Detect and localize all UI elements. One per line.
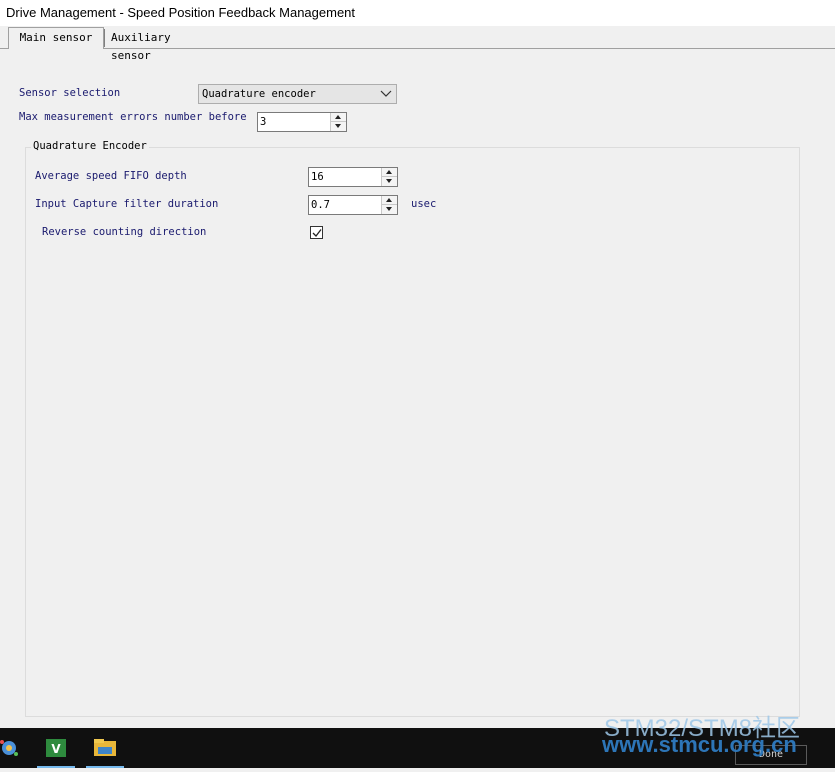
spin-down-icon[interactable]	[382, 205, 397, 214]
max-errors-spin-buttons	[330, 113, 346, 131]
settings-app-icon[interactable]	[0, 728, 22, 768]
fifo-depth-spinbox[interactable]: 16	[308, 167, 398, 187]
max-errors-label: Max measurement errors number before	[19, 111, 247, 123]
reverse-direction-checkbox[interactable]	[310, 226, 323, 239]
spin-up-icon[interactable]	[382, 196, 397, 205]
filter-unit-label: usec	[411, 198, 437, 210]
spin-up-icon[interactable]	[331, 113, 346, 122]
spin-up-icon[interactable]	[382, 168, 397, 177]
spin-down-icon[interactable]	[382, 177, 397, 186]
watermark-url: www.stmcu.org.cn	[602, 732, 797, 757]
filter-duration-label: Input Capture filter duration	[35, 198, 219, 210]
tab-main-sensor[interactable]: Main sensor	[8, 27, 104, 49]
window-titlebar: Drive Management - Speed Position Feedba…	[0, 0, 835, 27]
file-explorer-icon[interactable]	[86, 728, 124, 768]
fifo-depth-label: Average speed FIFO depth	[35, 170, 187, 182]
max-errors-value: 3	[260, 116, 267, 128]
max-errors-spinbox[interactable]: 3	[257, 112, 347, 132]
sensor-selection-label: Sensor selection	[19, 87, 121, 99]
fifo-depth-value: 16	[311, 171, 324, 183]
chevron-down-icon	[380, 90, 392, 97]
filter-duration-value: 0.7	[311, 199, 330, 211]
tab-strip: Main sensor Auxiliary sensor	[0, 26, 835, 62]
reverse-direction-label: Reverse counting direction	[42, 226, 207, 238]
filter-duration-spinbox[interactable]: 0.7	[308, 195, 398, 215]
group-title: Quadrature Encoder	[31, 140, 149, 152]
visual-studio-icon[interactable]: V	[37, 728, 75, 768]
check-icon	[312, 229, 322, 237]
filter-duration-spin-buttons	[381, 196, 397, 214]
svg-text:V: V	[51, 742, 61, 756]
window-title: Drive Management - Speed Position Feedba…	[6, 5, 356, 20]
spin-down-icon[interactable]	[331, 122, 346, 131]
tab-auxiliary-sensor[interactable]: Auxiliary sensor	[104, 29, 206, 62]
sensor-selection-combobox[interactable]: Quadrature encoder	[198, 84, 397, 104]
sensor-selection-value: Quadrature encoder	[202, 88, 316, 100]
fifo-depth-spin-buttons	[381, 168, 397, 186]
